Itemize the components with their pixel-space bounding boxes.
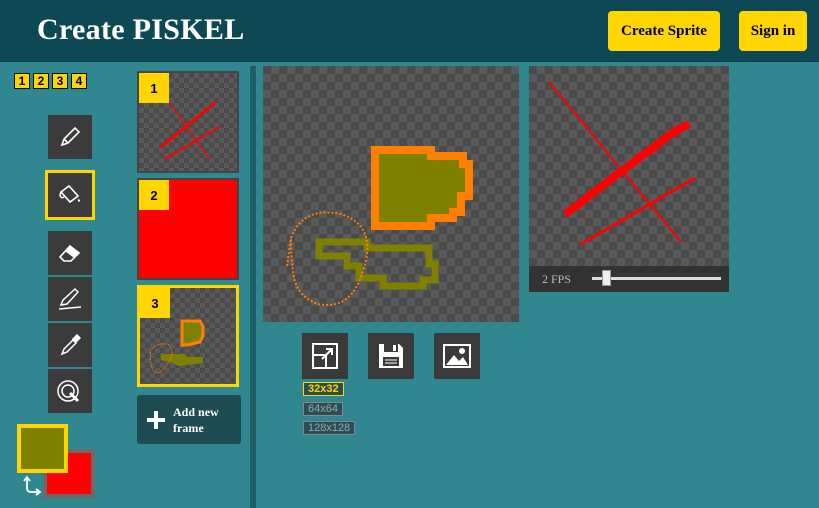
sign-in-button[interactable]: Sign in <box>739 11 807 51</box>
size-option-32[interactable]: 32x32 <box>303 382 344 396</box>
eraser-tool-button[interactable] <box>48 231 92 275</box>
drawing-canvas[interactable] <box>263 66 519 322</box>
add-new-frame-button[interactable]: Add new frame <box>137 395 241 444</box>
stroke-tool-button[interactable] <box>48 277 92 321</box>
paint-bucket-tool-button[interactable] <box>45 170 95 220</box>
frame-thumbnail-2[interactable]: 2 <box>137 178 239 280</box>
top-bar: Create PISKEL Create Sprite Sign in <box>0 0 819 62</box>
lighten-icon <box>57 380 80 403</box>
size-option-64[interactable]: 64x64 <box>303 402 343 416</box>
stroke-icon <box>58 287 82 310</box>
fps-control: 2 FPS <box>529 266 729 292</box>
primary-color-fill <box>21 428 64 469</box>
pen-icon <box>60 126 81 147</box>
create-sprite-button[interactable]: Create Sprite <box>608 11 720 51</box>
canvas-artwork <box>286 146 473 306</box>
pen-tool-button[interactable] <box>48 115 92 159</box>
fps-slider-thumb[interactable] <box>602 270 611 286</box>
app-title: Create PISKEL <box>37 13 245 46</box>
frame-number: 1 <box>139 73 169 103</box>
frame-thumbnail-1[interactable]: 1 <box>137 71 239 173</box>
save-icon <box>379 344 403 368</box>
export-image-button[interactable] <box>434 333 480 379</box>
paint-bucket-icon <box>59 184 80 204</box>
animation-preview: 2 FPS <box>529 66 729 292</box>
eyedropper-tool-button[interactable] <box>48 323 92 367</box>
add-new-frame-label: Add new frame <box>173 404 219 435</box>
size-option-128[interactable]: 128x128 <box>303 421 356 435</box>
plus-icon <box>147 410 165 429</box>
layer-2-button[interactable]: 2 <box>33 73 49 89</box>
layer-1-button[interactable]: 1 <box>14 73 30 89</box>
panel-divider[interactable] <box>250 66 256 508</box>
layer-selector: 1 2 3 4 <box>14 73 87 89</box>
save-button[interactable] <box>368 333 414 379</box>
resize-button[interactable] <box>302 333 348 379</box>
frame-number: 2 <box>139 180 169 210</box>
primary-color-swatch[interactable] <box>17 424 68 473</box>
fps-slider-track[interactable] <box>592 277 721 280</box>
fps-label: 2 FPS <box>542 272 572 286</box>
preview-artwork <box>548 81 696 246</box>
layer-3-button[interactable]: 3 <box>52 73 68 89</box>
swap-colors-icon[interactable] <box>22 474 44 496</box>
image-icon <box>443 344 471 368</box>
resize-icon <box>312 343 338 369</box>
eraser-icon <box>58 244 81 262</box>
layer-4-button[interactable]: 4 <box>71 73 87 89</box>
lighten-tool-button[interactable] <box>48 369 92 413</box>
frame-number: 3 <box>140 288 170 318</box>
frame-thumbnail-3[interactable]: 3 <box>137 285 239 387</box>
preview-canvas <box>529 66 729 266</box>
eyedropper-icon <box>60 334 81 356</box>
